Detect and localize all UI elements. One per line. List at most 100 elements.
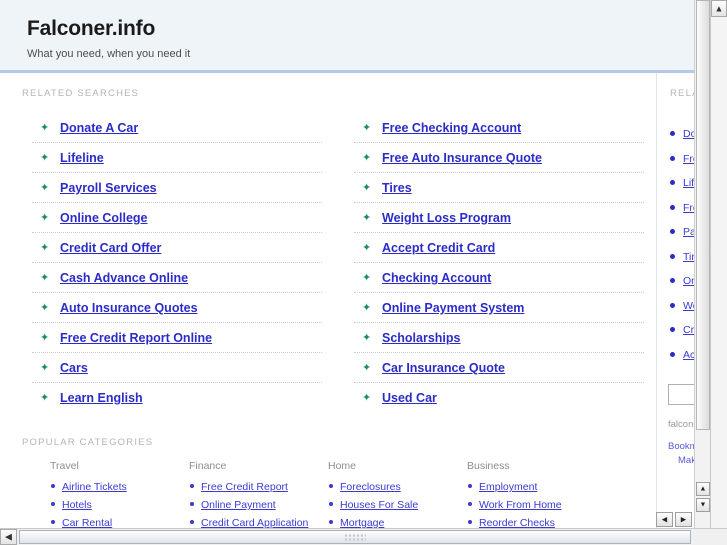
related-search-link[interactable]: Accept Credit Card [382,241,495,255]
related-search-item[interactable]: ✦ Cars [32,352,322,382]
sparkle-marker-icon: ✦ [40,182,50,194]
category-link[interactable]: Reorder Checks [479,517,555,528]
site-title: Falconer.info [27,17,156,40]
sparkle-marker-icon: ✦ [362,212,372,224]
bullet-icon [670,253,675,259]
category-link[interactable]: Foreclosures [340,481,401,493]
sparkle-marker-icon: ✦ [40,212,50,224]
related-search-item[interactable]: ✦ Credit Card Offer [32,232,322,262]
category-link[interactable]: Houses For Sale [340,499,418,511]
bullet-icon [670,229,675,234]
scroll-down-icon: ▼ [699,501,707,509]
related-search-link[interactable]: Learn English [60,391,143,405]
related-search-item[interactable]: ✦ Payroll Services [32,172,322,202]
related-search-link[interactable]: Auto Insurance Quotes [60,301,198,315]
inner-scroll-up-button[interactable]: ▲ [696,482,710,496]
category-link[interactable]: Employment [479,481,537,493]
related-search-item[interactable]: ✦ Online Payment System [354,292,644,322]
related-search-item[interactable]: ✦ Checking Account [354,262,644,292]
related-search-item[interactable]: ✦ Online College [32,202,322,232]
related-search-link[interactable]: Checking Account [382,271,491,285]
category-list-item[interactable]: Credit Card Application [189,516,328,528]
category-list-item[interactable]: Online Payment [189,498,328,511]
bullet-icon [670,180,675,185]
outer-vertical-scrollbar[interactable]: ▲ [710,0,727,529]
related-search-link[interactable]: Cash Advance Online [60,271,188,285]
related-search-link[interactable]: Weight Loss Program [382,211,511,225]
inner-vscroll-thumb[interactable] [696,0,710,430]
outer-scroll-up-button[interactable]: ▲ [711,0,727,17]
sparkle-marker-icon: ✦ [40,152,50,164]
related-search-link[interactable]: Tires [382,181,412,195]
related-search-item[interactable]: ✦ Weight Loss Program [354,202,644,232]
bullet-icon [190,484,194,488]
category-link[interactable]: Free Credit Report [201,481,288,493]
scroll-left-icon: ◀ [5,531,12,542]
related-search-item[interactable]: ✦ Car Insurance Quote [354,352,644,382]
inner-scroll-left-button[interactable]: ◀ [656,512,673,527]
related-search-link[interactable]: Online College [60,211,148,225]
category-list-item[interactable]: Free Credit Report [189,480,328,493]
inner-scroll-down-button[interactable]: ▼ [696,498,710,512]
related-search-link[interactable]: Credit Card Offer [60,241,161,255]
sparkle-marker-icon: ✦ [362,392,372,404]
outer-vscroll-track[interactable] [711,17,727,529]
category-link[interactable]: Online Payment [201,499,276,511]
related-search-link[interactable]: Used Car [382,391,437,405]
related-search-link[interactable]: Free Credit Report Online [60,331,212,345]
category-list-item[interactable]: Work From Home [467,498,606,511]
related-search-item[interactable]: ✦ Cash Advance Online [32,262,322,292]
related-search-item[interactable]: ✦ Learn English [32,382,322,412]
bullet-icon [670,204,675,210]
category-link[interactable]: Car Rental [62,517,112,528]
category-link[interactable]: Hotels [62,499,92,511]
main-column: RELATED SEARCHES ✦ Donate A Car ✦ Lifeline ✦… [0,73,657,528]
related-search-item[interactable]: ✦ Tires [354,172,644,202]
outer-scroll-left-button[interactable]: ◀ [0,529,17,545]
related-search-link[interactable]: Free Checking Account [382,121,521,135]
category-link[interactable]: Mortgage [340,517,384,528]
related-search-item[interactable]: ✦ Scholarships [354,322,644,352]
inner-horizontal-scrollbar[interactable]: ◀ ▶ [656,512,692,528]
related-search-link[interactable]: Free Auto Insurance Quote [382,151,542,165]
category-title: Home [328,460,357,472]
category-link[interactable]: Airline Tickets [62,481,127,493]
related-search-item[interactable]: ✦ Free Auto Insurance Quote [354,142,644,172]
category-list-item[interactable]: Airline Tickets [50,480,189,493]
category-list-item[interactable]: Houses For Sale [328,498,467,511]
related-search-item[interactable]: ✦ Free Checking Account [354,113,644,142]
browser-window: Falconer.info What you need, when you ne… [0,0,727,545]
inner-scroll-right-button[interactable]: ▶ [675,512,692,527]
related-search-link[interactable]: Cars [60,361,88,375]
category-list-item[interactable]: Reorder Checks [467,516,606,528]
outer-horizontal-scrollbar[interactable]: ◀ [0,528,727,545]
related-search-link[interactable]: Online Payment System [382,301,524,315]
related-search-link[interactable]: Donate A Car [60,121,138,135]
related-search-item[interactable]: ✦ Lifeline [32,142,322,172]
related-search-link[interactable]: Scholarships [382,331,461,345]
related-searches-grid: ✦ Donate A Car ✦ Lifeline ✦ Payroll Services ✦… [0,99,656,412]
related-search-link[interactable]: Lifeline [60,151,104,165]
category-list-item[interactable]: Hotels [50,498,189,511]
sparkle-marker-icon: ✦ [362,272,372,284]
category-link[interactable]: Work From Home [479,499,562,511]
inner-vertical-scrollbar[interactable]: ▲ ▼ [694,0,710,528]
category-list-item[interactable]: Employment [467,480,606,493]
category-list-item[interactable]: Mortgage [328,516,467,528]
category-list-item[interactable]: Foreclosures [328,480,467,493]
related-search-link[interactable]: Payroll Services [60,181,157,195]
scroll-up-icon: ▲ [714,3,724,13]
bullet-icon [190,502,194,506]
related-search-item[interactable]: ✦ Used Car [354,382,644,412]
related-search-item[interactable]: ✦ Accept Credit Card [354,232,644,262]
category-column: Travel Airline Tickets Hotels Car Rental [50,460,189,528]
category-list-item[interactable]: Car Rental [50,516,189,528]
related-search-item[interactable]: ✦ Free Credit Report Online [32,322,322,352]
scroll-up-icon: ▲ [699,485,707,493]
related-search-item[interactable]: ✦ Auto Insurance Quotes [32,292,322,322]
related-search-item[interactable]: ✦ Donate A Car [32,113,322,142]
category-link[interactable]: Credit Card Application [201,517,308,528]
related-searches-column-right: ✦ Free Checking Account ✦ Free Auto Insuran… [354,113,644,412]
outer-hscroll-thumb[interactable] [19,530,691,544]
related-search-link[interactable]: Car Insurance Quote [382,361,505,375]
